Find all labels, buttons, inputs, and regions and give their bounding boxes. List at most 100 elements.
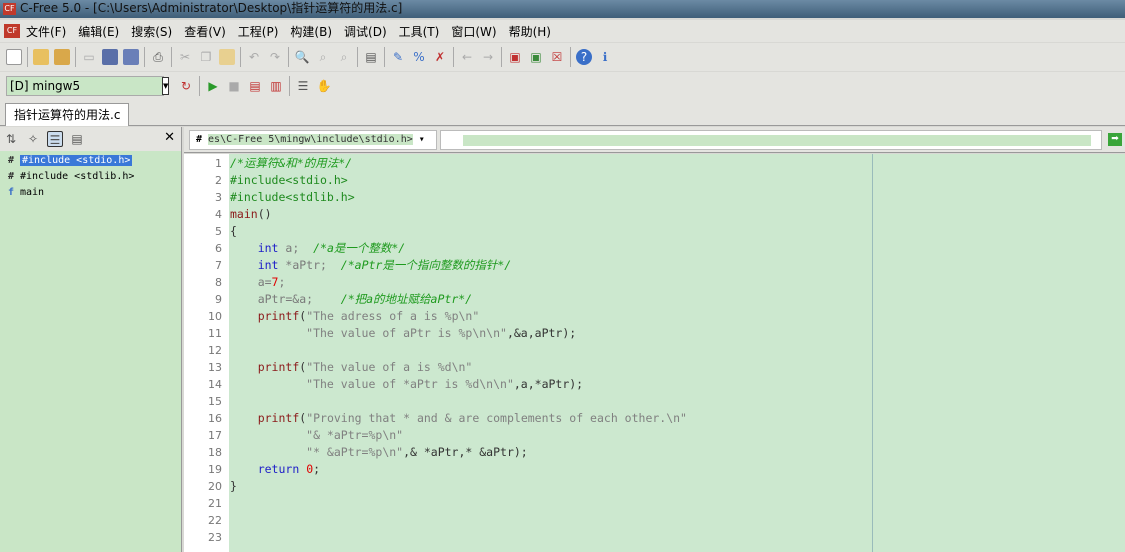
- list-view-icon[interactable]: ▤: [69, 131, 85, 147]
- main-toolbar: ▭ ⎙ ✂ ❐ ↶ ↷ 🔍 ⌕ ⌕ ▤ ✎ % ✗ ← → ▣ ▣ ☒ ? ℹ: [0, 43, 1125, 71]
- chevron-down-icon[interactable]: ▾: [419, 134, 425, 145]
- code-text: "The value of *aPtr is %d\n\n",a,*aPtr);: [226, 376, 583, 393]
- open-project-icon[interactable]: [54, 49, 70, 65]
- compiler-select[interactable]: [D] mingw5 ▼: [6, 76, 169, 96]
- new-file-icon[interactable]: [6, 49, 22, 65]
- code-text: int a; /*a是一个整数*/: [226, 240, 406, 257]
- copy-icon[interactable]: ❐: [198, 49, 214, 65]
- chevron-down-icon[interactable]: ▼: [162, 77, 169, 95]
- include-icon: #: [196, 134, 203, 145]
- cut-icon[interactable]: ✂: [177, 49, 193, 65]
- menu-item[interactable]: 帮助(H): [509, 23, 551, 40]
- find-prev-icon[interactable]: ⌕: [336, 49, 352, 65]
- build-output-icon[interactable]: ☰: [295, 78, 311, 94]
- code-text: aPtr=&a; /*把a的地址赋给aPtr*/: [226, 291, 472, 308]
- menu-item[interactable]: 工具(T): [399, 23, 440, 40]
- go-icon[interactable]: ➡: [1108, 133, 1122, 146]
- menu-item[interactable]: 窗口(W): [451, 23, 496, 40]
- line-number: 14: [208, 378, 222, 391]
- line-number: 15: [208, 395, 222, 408]
- function-select[interactable]: [440, 130, 1102, 150]
- close-icon[interactable]: ✕: [164, 130, 175, 145]
- line-number: 19: [208, 463, 222, 476]
- line-number: 2: [215, 174, 222, 187]
- code-line: 5{: [184, 223, 687, 240]
- include-select[interactable]: # es\C-Free 5\mingw\include\stdio.h> ▾: [189, 130, 437, 150]
- stop-icon[interactable]: ■: [226, 78, 242, 94]
- save-icon[interactable]: [102, 49, 118, 65]
- build-icon[interactable]: ▥: [268, 78, 284, 94]
- code-token: "The value of aPtr is %p\n\n": [230, 326, 507, 340]
- function-icon: f: [8, 187, 15, 198]
- redo-icon[interactable]: ↷: [267, 49, 283, 65]
- menu-item[interactable]: 搜索(S): [131, 23, 172, 40]
- code-token: #include<stdlib.h>: [230, 190, 355, 204]
- menu-item[interactable]: 工程(P): [238, 23, 279, 40]
- code-token: /*把a的地址赋给aPtr*/: [340, 292, 473, 306]
- project-remove-icon[interactable]: ☒: [549, 49, 565, 65]
- run-icon[interactable]: ▶: [205, 78, 221, 94]
- print-icon[interactable]: ⎙: [150, 49, 166, 65]
- code-text: #include<stdlib.h>: [226, 189, 355, 206]
- hand-icon[interactable]: ✋: [316, 78, 332, 94]
- outline-item[interactable]: f main: [0, 185, 181, 201]
- code-text: "* &aPtr=%p\n",& *aPtr,* &aPtr);: [226, 444, 528, 461]
- code-editor[interactable]: 1 /*运算符&和*的用法*/ 2 #include<stdio.h> 3 #includ…: [184, 154, 1125, 552]
- comment-icon[interactable]: %: [411, 49, 427, 65]
- find-icon[interactable]: 🔍: [294, 49, 310, 65]
- line-number: 13: [208, 361, 222, 374]
- code-line: 7 int *aPtr; /*aPtr是一个指向整数的指针*/: [184, 257, 687, 274]
- compile-icon[interactable]: ▤: [247, 78, 263, 94]
- close-file-icon[interactable]: ▭: [81, 49, 97, 65]
- code-line: 18 "* &aPtr=%p\n",& *aPtr,* &aPtr);: [184, 444, 687, 461]
- line-number: 10: [208, 310, 222, 323]
- menu-item[interactable]: 查看(V): [184, 23, 226, 40]
- code-token: ,a,*aPtr);: [513, 377, 584, 391]
- tab-file[interactable]: 指针运算符的用法.c: [5, 103, 130, 126]
- undo-icon[interactable]: ↶: [246, 49, 262, 65]
- uncomment-icon[interactable]: ✗: [432, 49, 448, 65]
- find-next-icon[interactable]: ⌕: [315, 49, 331, 65]
- line-number: 6: [215, 242, 222, 255]
- line-number: 7: [215, 259, 222, 272]
- code-line: 8 a=7;: [184, 274, 687, 291]
- project-file-icon[interactable]: ▣: [528, 49, 544, 65]
- replace-icon[interactable]: ▤: [363, 49, 379, 65]
- code-line: 3 #include<stdlib.h>: [184, 189, 687, 206]
- menu-item[interactable]: 调试(D): [344, 23, 387, 40]
- code-line: 10 printf("The adress of a is %p\n": [184, 308, 687, 325]
- outline-item[interactable]: # #include <stdlib.h>: [0, 169, 181, 185]
- forward-icon[interactable]: →: [480, 49, 496, 65]
- menu-item[interactable]: 构建(B): [290, 23, 332, 40]
- code-line: 17 "& *aPtr=%p\n": [184, 427, 687, 444]
- code-token: printf: [257, 360, 300, 374]
- app-menu-icon[interactable]: CF: [4, 24, 20, 38]
- project-add-icon[interactable]: ▣: [507, 49, 523, 65]
- paste-icon[interactable]: [219, 49, 235, 65]
- open-folder-icon[interactable]: [33, 49, 49, 65]
- code-text: {: [226, 223, 237, 240]
- code-line: 2 #include<stdio.h>: [184, 172, 687, 189]
- sort-icon[interactable]: ⇅: [3, 131, 19, 147]
- compile-rebuild-icon[interactable]: ↻: [178, 78, 194, 94]
- code-token: "Proving that * and & are complements of…: [306, 411, 687, 425]
- filter-icon[interactable]: ✧: [25, 131, 41, 147]
- save-all-icon[interactable]: [123, 49, 139, 65]
- line-number: 21: [208, 497, 222, 510]
- code-token: ,&a,aPtr);: [506, 326, 577, 340]
- menu-item[interactable]: 编辑(E): [78, 23, 119, 40]
- outline-item[interactable]: # #include <stdio.h>: [0, 153, 181, 169]
- code-token: main: [230, 207, 258, 221]
- back-icon[interactable]: ←: [459, 49, 475, 65]
- toggle-bookmark-icon[interactable]: ✎: [390, 49, 406, 65]
- menu-item[interactable]: 文件(F): [26, 23, 66, 40]
- help-icon[interactable]: ?: [576, 49, 592, 65]
- code-token: "& *aPtr=%p\n": [230, 428, 404, 442]
- outline-view-icon[interactable]: ☰: [47, 131, 63, 147]
- line-number: 22: [208, 514, 222, 527]
- info-icon[interactable]: ℹ: [597, 49, 613, 65]
